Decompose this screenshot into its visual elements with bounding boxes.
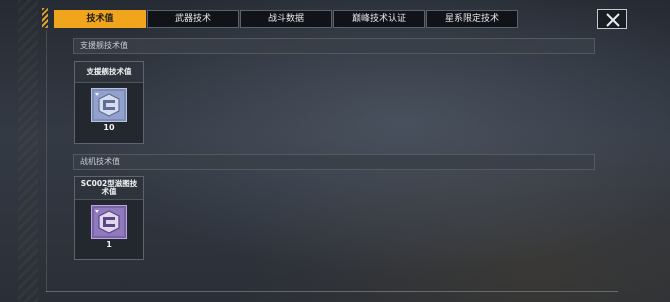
tech-card-support-ship[interactable]: 支援舰技术值 10 [74,61,144,144]
section-header-fighter: 战机技术值 [73,154,595,170]
tab-weapon-tech[interactable]: 武器技术 [147,10,239,28]
decorative-stripes [18,0,38,302]
tab-bar: 技术值 武器技术 战斗数据 巅峰技术认证 星系限定技术 [54,10,519,28]
section-header-support-ship: 支援舰技术值 [73,38,595,54]
card-count: 1 [106,240,112,249]
card-title: SC002型滋图技术值 [75,177,143,200]
card-count: 10 [103,123,115,132]
bottom-divider [46,291,618,292]
tab-tech-value[interactable]: 技术值 [54,10,146,28]
close-button[interactable] [597,9,627,29]
tab-peak-certification[interactable]: 巅峰技术认证 [333,10,425,28]
support-ship-tech-icon [91,88,127,122]
fighter-tech-icon [91,205,127,239]
card-title: 支援舰技术值 [75,62,143,83]
close-icon [606,13,620,27]
tab-galaxy-limited-tech[interactable]: 星系限定技术 [426,10,518,28]
tab-battle-data[interactable]: 战斗数据 [240,10,332,28]
tab-bar-accent [42,8,48,28]
tech-card-fighter[interactable]: SC002型滋图技术值 1 [74,176,144,260]
frame-line [46,30,47,292]
